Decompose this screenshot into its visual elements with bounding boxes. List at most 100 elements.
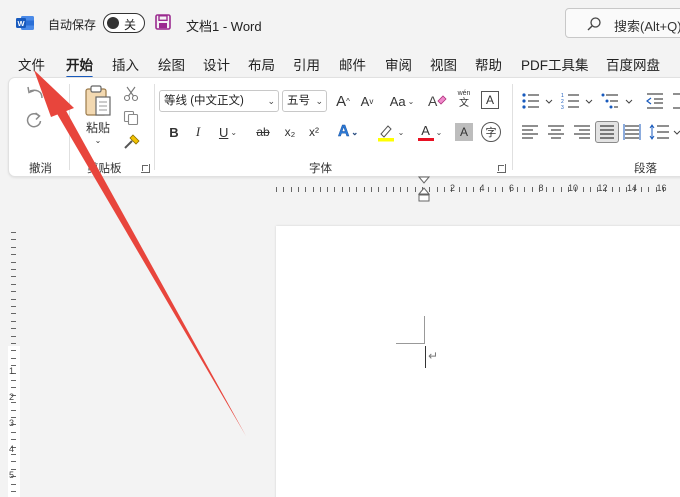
undo-icon[interactable] <box>24 84 46 102</box>
underline-label: U <box>218 124 229 140</box>
text-cursor <box>425 346 426 368</box>
tab-references[interactable]: 引用 <box>293 54 320 74</box>
ruler-tick <box>553 187 555 192</box>
justify-button[interactable] <box>595 121 619 143</box>
font-size-dropdown[interactable]: 五号 ⌄ <box>282 90 327 112</box>
bold-button[interactable]: B <box>165 122 183 142</box>
enclose-characters-button[interactable]: 字 <box>481 122 501 142</box>
vertical-ruler[interactable]: 1 2 3 4 5 <box>6 228 20 497</box>
ruler-tick <box>370 187 372 192</box>
ruler-tick <box>11 328 16 330</box>
ruler-tick <box>327 187 329 192</box>
clear-formatting-icon[interactable]: A <box>427 92 447 110</box>
align-left-icon[interactable] <box>521 124 539 140</box>
font-launcher-icon[interactable] <box>497 164 506 173</box>
tab-view[interactable]: 视图 <box>430 54 457 74</box>
ruler-tick <box>283 187 285 192</box>
toggle-knob <box>107 17 119 29</box>
tab-file[interactable]: 文件 <box>18 54 45 74</box>
ruler-number: 4 <box>9 444 15 454</box>
font-size-value: 五号 <box>287 95 310 107</box>
group-label-undo: 撤消 <box>29 163 52 175</box>
superscript-button[interactable]: x² <box>305 122 323 142</box>
redo-icon[interactable] <box>24 110 44 130</box>
copy-icon[interactable] <box>123 110 139 126</box>
highlight-button[interactable]: ⌄ <box>373 121 407 143</box>
shrink-font-icon: A <box>360 93 370 109</box>
ruler-tick <box>473 187 475 192</box>
title-bar: W 自动保存 关 文档1 - Word 搜索(Alt+Q) <box>0 0 680 46</box>
italic-button[interactable]: I <box>189 122 207 142</box>
ruler-tick <box>341 187 343 192</box>
ruler-tick <box>11 276 16 278</box>
save-icon[interactable] <box>155 14 171 30</box>
align-right-icon[interactable] <box>573 124 591 140</box>
subscript-button[interactable]: x₂ <box>281 122 299 142</box>
ruler-tick <box>11 380 16 381</box>
word-logo-icon: W <box>16 16 34 30</box>
tab-layout[interactable]: 布局 <box>248 54 275 74</box>
ribbon-separator <box>512 84 513 170</box>
svg-text:A: A <box>428 93 438 109</box>
strikethrough-button[interactable]: ab <box>253 122 273 142</box>
clipboard-launcher-icon[interactable] <box>141 164 150 173</box>
group-label-paragraph: 段落 <box>634 163 657 175</box>
ruler-tick <box>495 187 496 192</box>
phonetic-guide-button[interactable]: wén 文 <box>455 88 473 112</box>
ruler-tick <box>641 187 642 192</box>
text-effects-button[interactable]: A ⌄ <box>333 121 363 143</box>
ruler-tick <box>312 187 314 192</box>
ruler-tick <box>11 431 16 433</box>
grow-font-button[interactable]: A ^ <box>333 90 353 112</box>
distributed-icon[interactable] <box>623 124 641 140</box>
ruler-tick <box>11 402 16 404</box>
tab-draw[interactable]: 绘图 <box>158 54 185 74</box>
group-label-font: 字体 <box>309 163 332 175</box>
tab-mailings[interactable]: 邮件 <box>339 54 366 74</box>
change-case-button[interactable]: Aa ⌄ <box>385 90 419 112</box>
ruler-tick <box>589 187 591 192</box>
ruler-tick <box>305 187 307 192</box>
tab-insert[interactable]: 插入 <box>112 54 139 74</box>
ruler-tick <box>363 187 365 192</box>
tab-home[interactable]: 开始 <box>66 54 93 79</box>
autosave-toggle[interactable]: 关 <box>103 13 145 33</box>
ruler-tick <box>11 335 16 337</box>
numbering-button[interactable]: 1 2 3 <box>561 92 595 110</box>
increase-indent-icon[interactable] <box>671 92 680 110</box>
cut-icon[interactable] <box>123 86 139 102</box>
horizontal-ruler[interactable]: 2 4 6 8 10 12 14 16 <box>272 183 680 197</box>
paste-icon[interactable] <box>83 84 113 118</box>
decrease-indent-icon[interactable] <box>645 92 665 110</box>
format-painter-icon[interactable] <box>123 134 141 150</box>
tab-design[interactable]: 设计 <box>203 54 230 74</box>
align-center-icon[interactable] <box>547 124 565 140</box>
tab-help[interactable]: 帮助 <box>475 54 502 74</box>
underline-button[interactable]: U ⌄ <box>213 122 243 142</box>
tab-review[interactable]: 审阅 <box>385 54 412 74</box>
ruler-tick <box>436 187 438 192</box>
tab-baidu-netdisk[interactable]: 百度网盘 <box>606 54 660 74</box>
ruler-tick <box>11 350 16 352</box>
ruler-tick <box>11 313 16 315</box>
ruler-tick <box>11 320 16 322</box>
bullets-button[interactable] <box>521 92 555 110</box>
ruler-number: 4 <box>479 183 485 193</box>
font-color-button[interactable]: A ⌄ <box>413 121 447 143</box>
indent-marker-icon[interactable] <box>418 176 430 206</box>
ruler-tick <box>11 283 16 285</box>
search-box[interactable]: 搜索(Alt+Q) <box>565 8 680 38</box>
paste-dropdown-chevron-icon[interactable]: ⌄ <box>92 135 104 145</box>
shrink-font-button[interactable]: Av <box>357 90 377 112</box>
multilevel-list-button[interactable] <box>601 92 635 110</box>
paste-label[interactable]: 粘贴 <box>83 120 113 135</box>
ruler-number: 2 <box>9 392 15 402</box>
font-name-dropdown[interactable]: 等线 (中文正文) ⌄ <box>159 90 279 112</box>
document-page[interactable] <box>276 226 680 497</box>
line-spacing-button[interactable] <box>649 123 680 141</box>
character-border-button[interactable]: A <box>481 91 499 109</box>
ruler-tick <box>465 187 467 192</box>
tab-pdf-tools[interactable]: PDF工具集 <box>521 54 589 74</box>
ruler-number: 6 <box>509 183 515 193</box>
character-shading-button[interactable]: A <box>455 123 473 141</box>
